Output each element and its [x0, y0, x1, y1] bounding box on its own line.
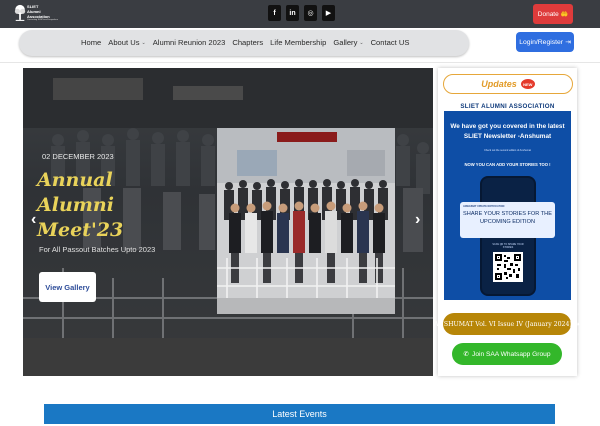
nav-item-label: Home [81, 38, 102, 47]
nav-item-chapters[interactable]: Chapters [232, 38, 263, 47]
nav-item-alumni-reunion[interactable]: Alumni Reunion 2023 [153, 38, 226, 47]
poster-notif-label: ANSHUMAT UPDATE NOTIFICATION [463, 205, 505, 208]
donate-hand-icon: 🤲 [560, 11, 569, 18]
nav-item-label: Alumni Reunion 2023 [152, 38, 226, 47]
poster-share-text: SHARE YOUR STORIES FOR THE UPCOMING EDIT… [463, 211, 552, 225]
logo-text: SLIET Alumni Association Connecting SLIE… [27, 4, 58, 22]
chevron-down-icon: ⌄ [141, 39, 146, 46]
social-links: f in ◎ ▶ [268, 5, 335, 21]
whatsapp-label: Join SAA Whatsapp Group [472, 350, 551, 358]
updates-title: Updates [481, 79, 517, 89]
logo-tagline: Connecting SLIETians Everywhere [27, 19, 58, 21]
hero-date: 02 DECEMBER 2023 [42, 152, 114, 161]
arrow-right-icon: ➜ [574, 320, 581, 328]
facebook-icon[interactable]: f [268, 5, 281, 21]
youtube-icon[interactable]: ▶ [322, 5, 335, 21]
poster-headline: We have got you covered in the latest SL… [450, 123, 565, 140]
nav-divider [0, 62, 600, 63]
main-menu: Home About Us ⌄ Alumni Reunion 2023 Chapt… [81, 38, 409, 47]
poster-scan-text: SCAN QR TO SHARE YOUR STORIES [492, 243, 524, 249]
hero-title: Annual Alumni Meet'23 [37, 169, 124, 241]
anshumat-issue-button[interactable]: ANSHUMAT Vol. VI Issue IV (January 2024)… [434, 313, 580, 335]
instagram-icon[interactable]: ◎ [304, 5, 317, 21]
updates-header: Updates NEW [443, 74, 573, 94]
group-photo-image [217, 128, 395, 314]
anshumat-label: ANSHUMAT Vol. VI Issue IV (January 2024) [434, 320, 572, 328]
nav-item-label: Life Membership [270, 38, 327, 47]
slider-next-arrow-icon[interactable]: › [415, 211, 420, 229]
poster-notification-card: ANSHUMAT UPDATE NOTIFICATION SHARE YOUR … [460, 202, 555, 238]
donate-label: Donate [537, 10, 559, 18]
site-logo[interactable]: SLIET Alumni Association Connecting SLIE… [14, 2, 58, 24]
poster-header: SLIET ALUMNI ASSOCIATION [444, 102, 571, 111]
linkedin-icon[interactable]: in [286, 5, 299, 21]
whatsapp-icon: ✆ [463, 351, 470, 358]
hero-subtitle: For All Passout Batches Upto 2023 [39, 245, 156, 254]
tree-logo-icon [14, 4, 26, 21]
nav-item-life-membership[interactable]: Life Membership [270, 38, 326, 47]
nav-item-home[interactable]: Home [81, 38, 101, 47]
chevron-down-icon: ⌄ [359, 39, 364, 46]
nav-item-label: Contact US [370, 38, 410, 47]
login-register-button[interactable]: Login/Register ⇥ [516, 32, 574, 52]
nav-item-label: About Us [108, 38, 140, 47]
nav-item-gallery[interactable]: Gallery ⌄ [333, 38, 363, 47]
donate-button[interactable]: Donate 🤲 [533, 4, 573, 24]
new-badge-icon: NEW [520, 79, 535, 89]
poster-small-text: Check out the second edition of Anshumat [484, 149, 531, 152]
nav-item-label: Gallery [333, 38, 358, 47]
slider-prev-arrow-icon[interactable]: ‹ [31, 211, 36, 229]
newsletter-poster[interactable]: SLIET ALUMNI ASSOCIATION We have got you… [444, 102, 571, 300]
login-icon: ⇥ [565, 39, 571, 46]
poster-callout: NOW YOU CAN ADD YOUR STORIES TOO ! [464, 162, 551, 167]
hero-slider: 02 DECEMBER 2023 Annual Alumni Meet'23 F… [23, 68, 433, 376]
nav-item-label: Chapters [232, 38, 264, 47]
qr-code-icon [493, 252, 523, 282]
view-gallery-button[interactable]: View Gallery [39, 272, 96, 302]
nav-item-about-us[interactable]: About Us ⌄ [108, 38, 145, 47]
nav-item-contact-us[interactable]: Contact US [371, 38, 410, 47]
login-label: Login/Register [519, 38, 564, 46]
whatsapp-group-button[interactable]: ✆ Join SAA Whatsapp Group [452, 343, 562, 365]
latest-events-heading: Latest Events [44, 404, 555, 424]
